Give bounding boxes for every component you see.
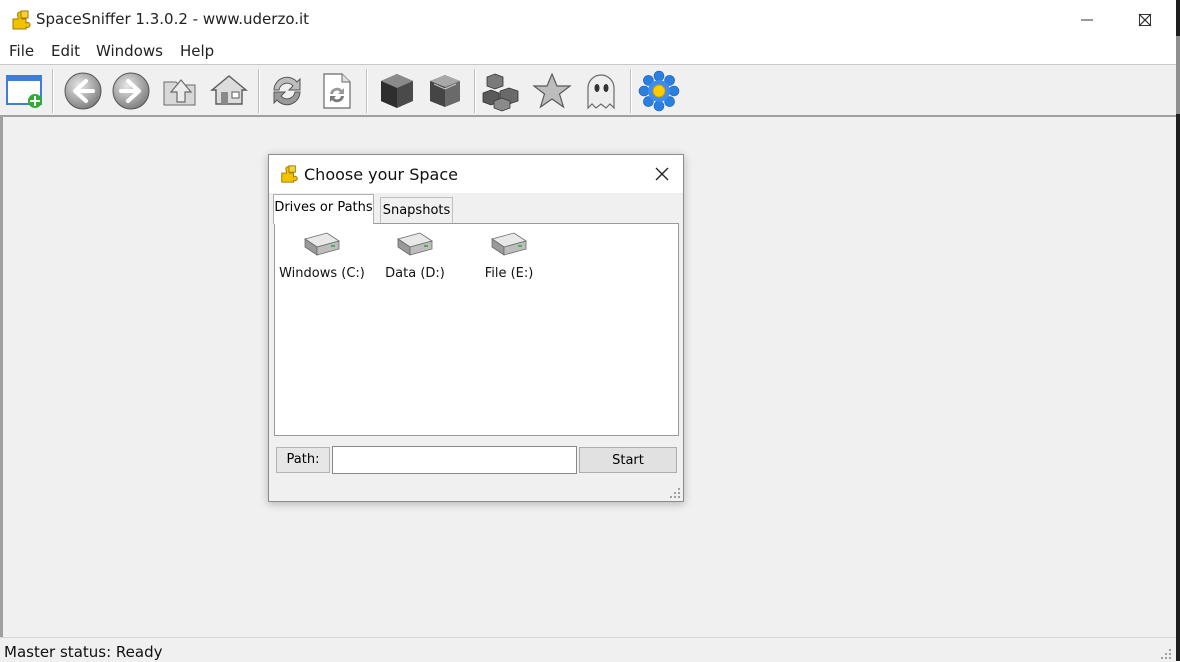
settings-flower-icon <box>638 70 680 112</box>
cubes-icon <box>482 73 519 112</box>
new-window-button[interactable] <box>4 70 46 112</box>
dialog-title-bar: Choose your Space <box>269 155 683 193</box>
window-title: SpaceSniffer 1.3.0.2 - www.uderzo.it <box>36 10 310 28</box>
title-bar: SpaceSniffer 1.3.0.2 - www.uderzo.it <box>0 0 1176 40</box>
hard-drive-icon <box>491 232 527 256</box>
box-alt-button[interactable] <box>424 70 466 112</box>
drive-item-d[interactable]: Data (D:) <box>375 230 455 281</box>
drive-label: File (E:) <box>484 266 534 281</box>
menu-windows[interactable]: Windows <box>96 42 163 60</box>
hard-drive-icon <box>397 232 433 256</box>
back-button[interactable] <box>62 70 104 112</box>
box-icon <box>381 74 413 108</box>
close-button[interactable] <box>1116 0 1174 40</box>
box-alt-icon <box>430 75 460 107</box>
hard-drive-icon <box>304 232 340 256</box>
menu-file[interactable]: File <box>9 42 34 60</box>
resize-grip-icon[interactable] <box>669 487 681 499</box>
drives-list: Windows (C:) Data (D:) File (E:) <box>274 223 679 436</box>
choose-space-dialog: Choose your Space Drives or Paths Snapsh… <box>268 154 684 502</box>
new-window-icon <box>6 75 42 108</box>
settings-button[interactable] <box>638 70 680 112</box>
refresh-document-icon <box>323 73 351 109</box>
star-icon <box>532 72 572 109</box>
path-label: Path: <box>276 447 330 473</box>
window-edge <box>1176 0 1180 661</box>
cubes-button[interactable] <box>482 70 524 112</box>
minimize-button[interactable] <box>1058 0 1116 40</box>
resize-grip-icon[interactable] <box>1160 648 1172 660</box>
drive-item-e[interactable]: File (E:) <box>469 230 549 281</box>
tab-drives-or-paths[interactable]: Drives or Paths <box>273 194 374 224</box>
menu-edit[interactable]: Edit <box>51 42 80 60</box>
drive-label: Windows (C:) <box>279 266 365 281</box>
back-icon <box>64 72 102 110</box>
up-folder-button[interactable] <box>160 70 202 112</box>
menu-bar: File Edit Windows Help <box>0 40 1176 64</box>
puzzle-icon <box>12 10 31 30</box>
close-icon <box>655 167 669 181</box>
forward-button[interactable] <box>110 70 152 112</box>
drive-label: Data (D:) <box>385 266 445 281</box>
tab-snapshots[interactable]: Snapshots <box>380 197 453 223</box>
status-text: Master status: Ready <box>4 643 163 661</box>
refresh-icon <box>273 76 301 106</box>
drive-item-c[interactable]: Windows (C:) <box>279 230 365 281</box>
box-button[interactable] <box>376 70 418 112</box>
up-folder-icon <box>163 79 196 106</box>
toolbar <box>0 64 1176 116</box>
dialog-close-button[interactable] <box>649 161 675 187</box>
start-button[interactable]: Start <box>579 447 677 473</box>
home-icon <box>210 75 248 105</box>
path-input[interactable] <box>332 446 577 474</box>
status-bar: Master status: Ready <box>0 637 1176 662</box>
refresh-document-button[interactable] <box>316 70 358 112</box>
home-button[interactable] <box>208 70 250 112</box>
dialog-title: Choose your Space <box>304 165 458 184</box>
refresh-button[interactable] <box>266 70 308 112</box>
menu-help[interactable]: Help <box>180 42 214 60</box>
ghost-button[interactable] <box>580 70 622 112</box>
minimize-icon <box>1081 19 1093 21</box>
ghost-icon <box>587 74 615 110</box>
star-button[interactable] <box>531 70 573 112</box>
close-icon <box>1138 13 1152 27</box>
forward-icon <box>112 72 150 110</box>
puzzle-icon <box>281 165 298 183</box>
